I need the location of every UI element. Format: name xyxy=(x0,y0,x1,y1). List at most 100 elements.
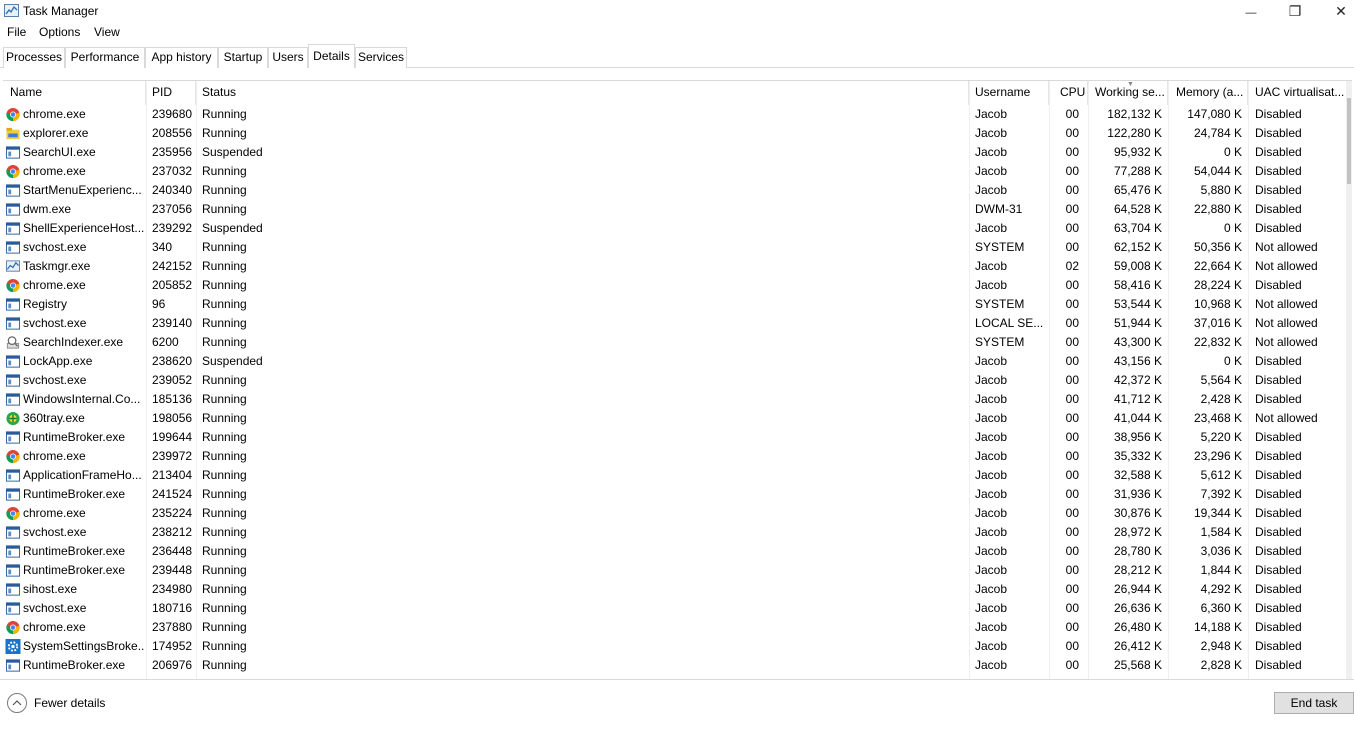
minimize-button[interactable]: — xyxy=(1228,0,1274,23)
table-row[interactable]: Taskmgr.exe 242152 Running Jacob 02 59,008 K 2… xyxy=(3,257,1347,276)
column-header-name[interactable]: Name xyxy=(3,81,146,105)
column-header-memory[interactable]: Memory (a... xyxy=(1168,81,1248,105)
table-row[interactable]: RuntimeBroker.exe 236448 Running Jacob 00 28,… xyxy=(3,542,1347,561)
process-username: Jacob xyxy=(975,582,1008,596)
process-uac: Disabled xyxy=(1255,506,1302,520)
process-pid: 239292 xyxy=(152,221,193,235)
column-header-cpu[interactable]: CPU xyxy=(1049,81,1088,105)
table-row[interactable]: chrome.exe 237032 Running Jacob 00 77,288 K 54… xyxy=(3,162,1347,181)
menu-view[interactable]: View xyxy=(94,25,120,39)
tab-processes[interactable]: Processes xyxy=(3,47,65,68)
tab-services[interactable]: Services xyxy=(355,47,407,68)
process-pid: 198056 xyxy=(152,411,193,425)
table-row[interactable]: RuntimeBroker.exe 239448 Running Jacob 00 28,… xyxy=(3,561,1347,580)
process-working-set: 25,568 K xyxy=(1113,658,1162,672)
table-row[interactable]: chrome.exe 205852 Running Jacob 00 58,416 K 28… xyxy=(3,276,1347,295)
tab-app-history[interactable]: App history xyxy=(145,47,218,68)
table-row[interactable]: svchost.exe 239052 Running Jacob 00 42,372 K 5… xyxy=(3,371,1347,390)
table-row[interactable]: LockApp.exe 238620 Suspended Jacob 00 43,156 … xyxy=(3,352,1347,371)
table-row[interactable]: SearchUI.exe 235956 Suspended Jacob 00 95,932… xyxy=(3,143,1347,162)
table-row[interactable]: chrome.exe 237880 Running Jacob 00 26,480 K 14… xyxy=(3,618,1347,637)
process-working-set: 32,588 K xyxy=(1113,468,1162,482)
process-name: RuntimeBroker.exe xyxy=(23,544,126,558)
process-name: ApplicationFrameHo... xyxy=(23,468,142,482)
column-header-uac[interactable]: UAC virtualisat... xyxy=(1248,81,1349,105)
process-memory: 5,220 K xyxy=(1200,430,1242,444)
end-task-button[interactable]: End task xyxy=(1274,692,1354,714)
menu-options[interactable]: Options xyxy=(39,25,80,39)
process-name: WindowsInternal.Co... xyxy=(23,392,141,406)
table-row[interactable]: RuntimeBroker.exe 241524 Running Jacob 00 31,… xyxy=(3,485,1347,504)
process-cpu: 00 xyxy=(1065,449,1079,463)
process-pid: 237880 xyxy=(152,620,193,634)
table-row[interactable]: RuntimeBroker.exe 206976 Running Jacob 00 25,… xyxy=(3,656,1347,675)
process-pid: 199644 xyxy=(152,430,193,444)
restore-button[interactable]: ❐ xyxy=(1272,0,1318,23)
table-row[interactable]: WindowsInternal.Co... 185136 Running Jacob 0… xyxy=(3,390,1347,409)
table-row[interactable]: chrome.exe 239680 Running Jacob 00 182,132 K 1… xyxy=(3,105,1347,124)
table-row[interactable]: SystemSettingsBroke... 174952 Running Jacob… xyxy=(3,637,1347,656)
table-row[interactable]: svchost.exe 238212 Running Jacob 00 28,972 K 1… xyxy=(3,523,1347,542)
process-cpu: 00 xyxy=(1065,373,1079,387)
process-uac: Disabled xyxy=(1255,373,1302,387)
table-row[interactable]: explorer.exe 208556 Running Jacob 00 122,280 … xyxy=(3,124,1347,143)
table-row[interactable]: 360tray.exe 198056 Running Jacob 00 41,044 K 2… xyxy=(3,409,1347,428)
table-row[interactable]: dwm.exe 237056 Running DWM-31 00 64,528 K 22,8… xyxy=(3,200,1347,219)
process-name: dwm.exe xyxy=(23,202,72,216)
table-row[interactable]: StartMenuExperienc... 240340 Running Jacob 0… xyxy=(3,181,1347,200)
table-header: Name PID Status Username CPU Working se.… xyxy=(3,81,1349,105)
process-username: LOCAL SE... xyxy=(975,316,1044,330)
close-button[interactable]: ✕ xyxy=(1318,0,1354,23)
process-username: Jacob xyxy=(975,411,1008,425)
table-row[interactable]: svchost.exe 340 Running SYSTEM 00 62,152 K 50,… xyxy=(3,238,1347,257)
column-header-username[interactable]: Username xyxy=(969,81,1049,105)
process-working-set: 41,712 K xyxy=(1113,392,1162,406)
table-row[interactable]: svchost.exe 180716 Running Jacob 00 26,636 K 6… xyxy=(3,599,1347,618)
process-name: svchost.exe xyxy=(23,316,87,330)
fewer-details-link[interactable]: Fewer details xyxy=(34,696,105,710)
sort-descending-icon: ▼ xyxy=(1127,81,1134,88)
scrollbar-thumb[interactable] xyxy=(1347,98,1351,184)
table-row[interactable]: ShellExperienceHost.... 239292 Suspended Ja… xyxy=(3,219,1347,238)
tab-performance[interactable]: Performance xyxy=(65,47,145,68)
process-cpu: 00 xyxy=(1065,430,1079,444)
fewer-details-button[interactable] xyxy=(7,693,27,713)
tab-startup[interactable]: Startup xyxy=(218,47,268,68)
process-uac: Not allowed xyxy=(1255,335,1318,349)
process-uac: Not allowed xyxy=(1255,316,1318,330)
process-status: Running xyxy=(202,126,247,140)
process-memory: 7,392 K xyxy=(1200,487,1242,501)
process-uac: Disabled xyxy=(1255,354,1302,368)
process-status: Suspended xyxy=(202,354,263,368)
process-name: Registry xyxy=(23,297,68,311)
table-row[interactable]: sihost.exe 234980 Running Jacob 00 26,944 K 4,… xyxy=(3,580,1347,599)
process-pid: 208556 xyxy=(152,126,193,140)
process-working-set: 65,476 K xyxy=(1113,183,1162,197)
process-working-set: 63,704 K xyxy=(1113,221,1162,235)
process-memory: 2,948 K xyxy=(1200,639,1242,653)
process-memory: 5,564 K xyxy=(1200,373,1242,387)
table-row[interactable]: ApplicationFrameHo... 213404 Running Jacob 0… xyxy=(3,466,1347,485)
process-uac: Disabled xyxy=(1255,449,1302,463)
process-status: Running xyxy=(202,297,247,311)
table-row[interactable]: Registry 96 Running SYSTEM 00 53,544 K 10,968 … xyxy=(3,295,1347,314)
process-cpu: 00 xyxy=(1065,468,1079,482)
table-row[interactable]: SearchIndexer.exe 6200 Running SYSTEM 00 43,3… xyxy=(3,333,1347,352)
table-row[interactable]: chrome.exe 235224 Running Jacob 00 30,876 K 19… xyxy=(3,504,1347,523)
process-status: Running xyxy=(202,544,247,558)
menu-file[interactable]: File xyxy=(7,25,26,39)
column-header-status[interactable]: Status xyxy=(196,81,969,105)
process-cpu: 00 xyxy=(1065,221,1079,235)
process-memory: 22,664 K xyxy=(1193,259,1242,273)
process-name: LockApp.exe xyxy=(23,354,93,368)
process-status: Running xyxy=(202,240,247,254)
process-memory: 23,296 K xyxy=(1193,449,1242,463)
table-row[interactable]: chrome.exe 239972 Running Jacob 00 35,332 K 23… xyxy=(3,447,1347,466)
table-row[interactable]: RuntimeBroker.exe 199644 Running Jacob 00 38,… xyxy=(3,428,1347,447)
tab-users[interactable]: Users xyxy=(268,47,308,68)
table-row[interactable]: svchost.exe 239140 Running LOCAL SE... 00 51,… xyxy=(3,314,1347,333)
process-cpu: 00 xyxy=(1065,202,1079,216)
tab-details[interactable]: Details xyxy=(308,44,355,68)
column-header-pid[interactable]: PID xyxy=(146,81,196,105)
process-status: Running xyxy=(202,259,247,273)
